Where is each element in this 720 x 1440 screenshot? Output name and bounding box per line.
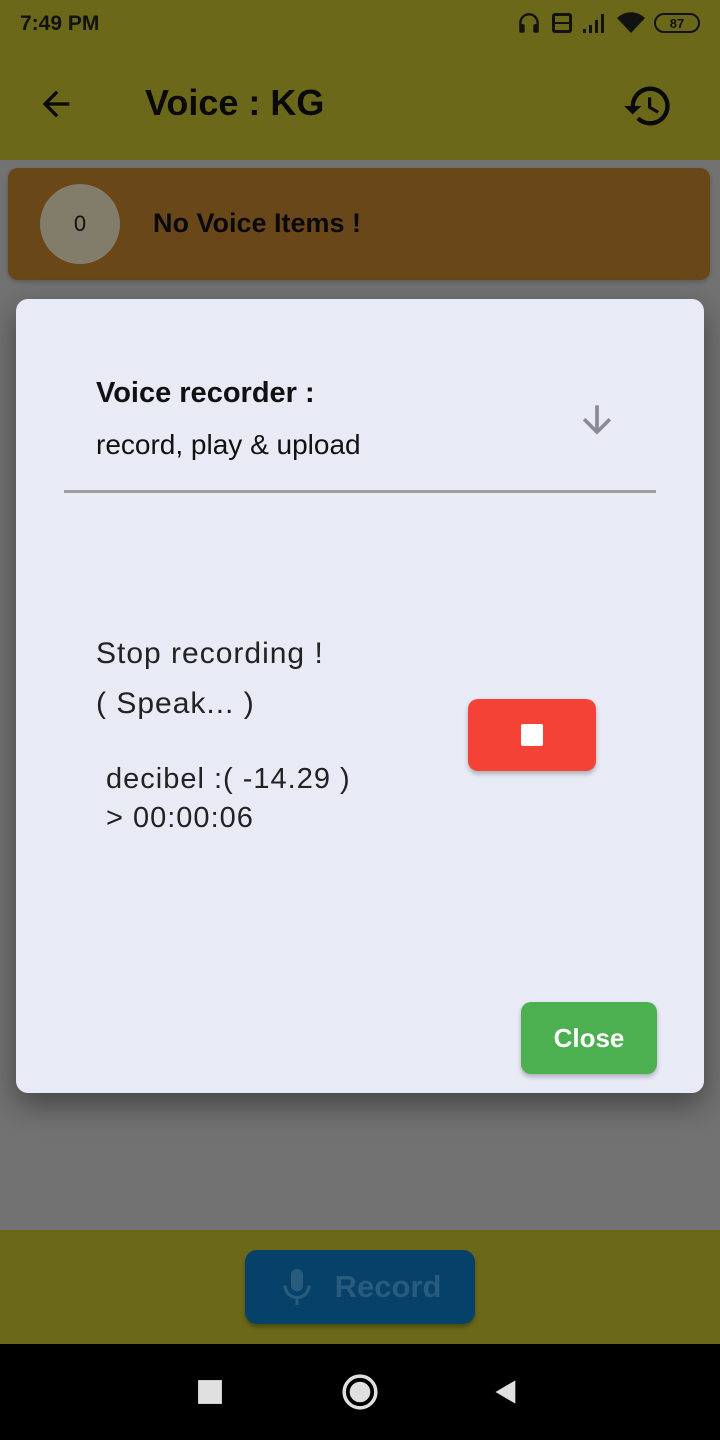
dialog-subtitle: record, play & upload	[96, 429, 361, 460]
home-icon	[342, 1374, 378, 1410]
recents-button[interactable]	[184, 1366, 236, 1418]
system-nav-bar	[0, 1344, 720, 1440]
back-icon	[495, 1380, 516, 1404]
expand-button[interactable]	[572, 395, 622, 445]
close-button[interactable]: Close	[521, 1002, 657, 1074]
arrow-down-icon	[582, 405, 612, 435]
decibel-readout: decibel :( -14.29 )	[106, 763, 351, 795]
recording-hint: ( Speak... )	[96, 687, 255, 720]
home-button[interactable]	[334, 1366, 386, 1418]
stop-icon	[521, 724, 543, 746]
recents-icon	[198, 1380, 222, 1404]
voice-recorder-dialog: Voice recorder : record, play & upload S…	[16, 299, 704, 1093]
dialog-divider	[64, 490, 656, 493]
recording-timer: > 00:00:06	[106, 802, 254, 834]
dialog-title: Voice recorder :	[96, 377, 315, 409]
stop-recording-button[interactable]	[468, 699, 596, 771]
nav-back-button[interactable]	[480, 1366, 532, 1418]
recording-status: Stop recording !	[96, 637, 324, 670]
